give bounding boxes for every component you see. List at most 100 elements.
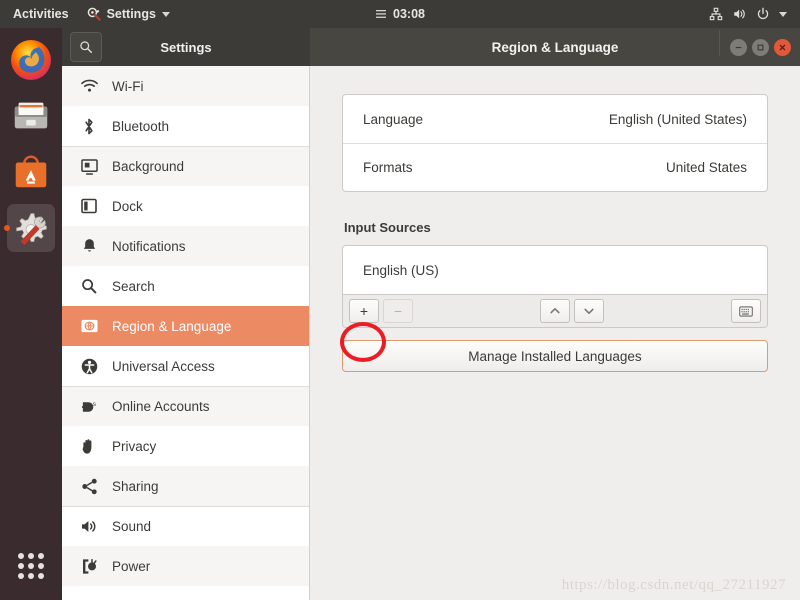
dock-item-settings[interactable] xyxy=(7,204,55,252)
dock-item-files[interactable] xyxy=(7,92,55,140)
sidebar-item-label: Online Accounts xyxy=(112,399,210,414)
caret-down-icon xyxy=(161,11,170,17)
input-source-label: English (US) xyxy=(363,262,439,278)
input-sources-title: Input Sources xyxy=(344,220,431,235)
sidebar-item-privacy[interactable]: Privacy xyxy=(62,426,309,466)
remove-input-source-label: − xyxy=(393,303,403,319)
watermark-text: https://blog.csdn.net/qq_27211927 xyxy=(561,577,786,593)
network-wired-icon xyxy=(709,7,723,21)
activities-label: Activities xyxy=(13,7,69,21)
sidebar-item-sound[interactable]: Sound xyxy=(62,506,309,546)
power-icon xyxy=(756,7,770,21)
move-down-icon xyxy=(584,308,594,314)
sidebar-item-label: Sound xyxy=(112,519,152,534)
share-icon xyxy=(80,478,98,495)
clock-button[interactable]: 03:08 xyxy=(366,0,434,28)
activities-button[interactable]: Activities xyxy=(4,0,78,28)
sidebar-item-bluetooth[interactable]: Bluetooth xyxy=(62,106,309,146)
sidebar-item-region-language[interactable]: Region & Language xyxy=(62,306,309,346)
dock-item-firefox[interactable] xyxy=(7,36,55,84)
keyboard-preview-button[interactable] xyxy=(731,299,761,323)
move-up-button[interactable] xyxy=(540,299,570,323)
keyboard-icon xyxy=(739,305,753,317)
caret-down-icon xyxy=(779,11,787,17)
grid-dot xyxy=(18,563,24,569)
sound-icon xyxy=(80,519,98,534)
sidebar-item-label: Power xyxy=(112,558,151,574)
grid-dot xyxy=(38,563,44,569)
region-language-panel: Language English (United States) Formats… xyxy=(310,66,800,600)
sidebar-item-label: Background xyxy=(112,159,185,174)
add-input-source-button[interactable]: + xyxy=(349,299,379,323)
grid-dot xyxy=(28,563,34,569)
sidebar-item-wi-fi[interactable]: Wi-Fi xyxy=(62,66,309,106)
minimize-button[interactable] xyxy=(730,38,747,56)
language-label: Language xyxy=(363,111,424,127)
input-sources-toolbar[interactable]: + − xyxy=(342,294,768,328)
maximize-icon xyxy=(757,44,764,50)
sidebar-item-label: Notifications xyxy=(112,238,186,254)
bell-icon xyxy=(80,238,98,254)
move-down-button[interactable] xyxy=(574,299,604,323)
app-menu-button[interactable]: Settings xyxy=(78,0,179,28)
calendar-list-icon xyxy=(375,8,387,20)
add-input-source-label: + xyxy=(359,303,369,319)
reorder-buttons[interactable] xyxy=(540,299,604,323)
sidebar-item-label: Region & Language xyxy=(112,318,232,334)
grid-dot xyxy=(28,573,34,579)
sidebar-item-notifications[interactable]: Notifications xyxy=(62,226,309,266)
grid-dot xyxy=(18,553,24,559)
wifi-icon xyxy=(80,79,98,93)
window-body: Wi-Fi Bluetooth Background Dock Notifica… xyxy=(62,66,800,600)
move-up-icon xyxy=(550,308,560,314)
language-formats-card: Language English (United States) Formats… xyxy=(342,94,768,192)
formats-value: United States xyxy=(665,160,747,175)
system-status-area[interactable] xyxy=(700,0,796,28)
sidebar-item-label: Privacy xyxy=(112,438,157,454)
sidebar-item-label: Universal Access xyxy=(112,358,215,374)
settings-sidebar[interactable]: Wi-Fi Bluetooth Background Dock Notifica… xyxy=(62,66,310,600)
close-button[interactable] xyxy=(774,38,791,56)
search-button[interactable] xyxy=(70,32,102,62)
region-language-icon xyxy=(80,319,98,333)
grid-dot xyxy=(38,573,44,579)
sidebar-item-dock[interactable]: Dock xyxy=(62,186,309,226)
list-item[interactable]: English (US) xyxy=(343,246,767,294)
sidebar-header: Settings xyxy=(62,28,310,66)
input-sources-list[interactable]: English (US) xyxy=(342,245,768,294)
sidebar-item-background[interactable]: Background xyxy=(62,146,309,186)
power-plug-icon xyxy=(80,558,98,575)
top-bar: Activities Settings 03:08 xyxy=(0,0,800,28)
grid-dot xyxy=(18,573,24,579)
remove-input-source-button: − xyxy=(383,299,413,323)
minimize-icon xyxy=(735,46,742,48)
grid-dot xyxy=(28,553,34,559)
svg-text:s: s xyxy=(92,401,96,408)
language-value: English (United States) xyxy=(608,111,747,127)
volume-icon xyxy=(732,7,747,21)
settings-gear-wrench-icon xyxy=(87,7,101,21)
formats-row[interactable]: Formats United States xyxy=(343,143,767,191)
show-applications-button[interactable] xyxy=(7,542,55,590)
window-title-area: Region & Language xyxy=(310,28,800,66)
sidebar-item-universal-access[interactable]: Universal Access xyxy=(62,346,309,386)
system-menu-button[interactable] xyxy=(700,0,796,28)
background-icon xyxy=(80,158,98,175)
search-icon xyxy=(80,278,98,294)
app-menu-label: Settings xyxy=(106,7,156,21)
search-icon xyxy=(80,41,93,54)
sidebar-item-label: Sharing xyxy=(112,478,159,494)
sidebar-item-sharing[interactable]: Sharing xyxy=(62,466,309,506)
language-row[interactable]: Language English (United States) xyxy=(343,95,767,143)
ubuntu-dock[interactable] xyxy=(0,28,62,600)
close-icon xyxy=(779,44,786,50)
sidebar-item-power[interactable]: Power xyxy=(62,546,309,586)
sidebar-item-search[interactable]: Search xyxy=(62,266,309,306)
manage-installed-languages-label: Manage Installed Languages xyxy=(468,348,642,364)
manage-installed-languages-button[interactable]: Manage Installed Languages xyxy=(342,340,768,372)
window-titlebar: Settings Region & Language xyxy=(62,28,800,66)
window-controls[interactable] xyxy=(719,29,791,56)
dock-item-ubuntu-software[interactable] xyxy=(7,148,55,196)
maximize-button[interactable] xyxy=(752,38,769,56)
sidebar-item-online-accounts[interactable]: s Online Accounts xyxy=(62,386,309,426)
